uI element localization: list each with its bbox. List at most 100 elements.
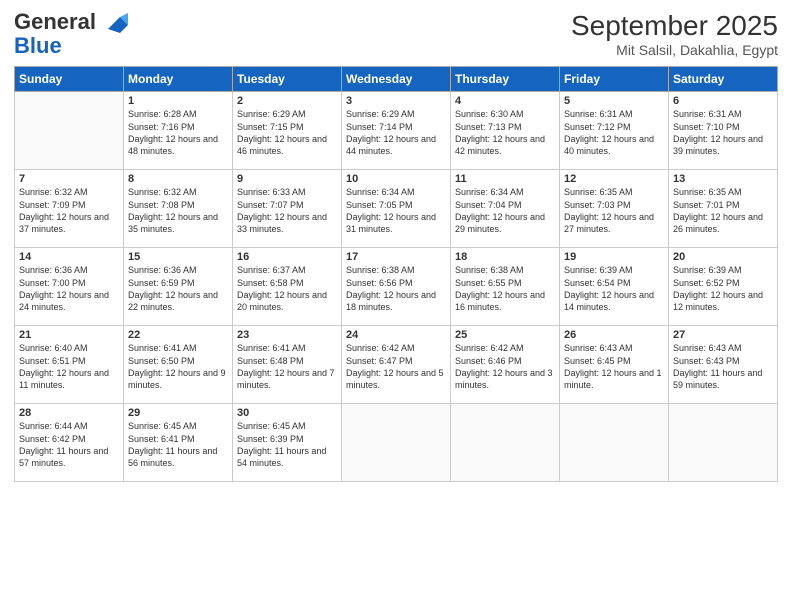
cell-info: Sunrise: 6:32 AMSunset: 7:08 PMDaylight:… (128, 186, 228, 235)
table-row: 4Sunrise: 6:30 AMSunset: 7:13 PMDaylight… (451, 92, 560, 170)
table-row: 24Sunrise: 6:42 AMSunset: 6:47 PMDayligh… (342, 326, 451, 404)
logo: General Blue (14, 10, 132, 58)
table-row: 30Sunrise: 6:45 AMSunset: 6:39 PMDayligh… (233, 404, 342, 482)
table-row: 13Sunrise: 6:35 AMSunset: 7:01 PMDayligh… (669, 170, 778, 248)
col-monday: Monday (124, 67, 233, 92)
day-number: 23 (237, 329, 337, 341)
table-row (342, 404, 451, 482)
day-number: 5 (564, 95, 664, 107)
table-row: 8Sunrise: 6:32 AMSunset: 7:08 PMDaylight… (124, 170, 233, 248)
day-number: 14 (19, 251, 119, 263)
cell-info: Sunrise: 6:38 AMSunset: 6:56 PMDaylight:… (346, 264, 446, 313)
cell-info: Sunrise: 6:34 AMSunset: 7:04 PMDaylight:… (455, 186, 555, 235)
table-row: 1Sunrise: 6:28 AMSunset: 7:16 PMDaylight… (124, 92, 233, 170)
table-row: 2Sunrise: 6:29 AMSunset: 7:15 PMDaylight… (233, 92, 342, 170)
table-row: 25Sunrise: 6:42 AMSunset: 6:46 PMDayligh… (451, 326, 560, 404)
table-row: 28Sunrise: 6:44 AMSunset: 6:42 PMDayligh… (15, 404, 124, 482)
calendar-week-row: 28Sunrise: 6:44 AMSunset: 6:42 PMDayligh… (15, 404, 778, 482)
col-friday: Friday (560, 67, 669, 92)
day-number: 28 (19, 407, 119, 419)
day-number: 9 (237, 173, 337, 185)
table-row: 11Sunrise: 6:34 AMSunset: 7:04 PMDayligh… (451, 170, 560, 248)
day-number: 20 (673, 251, 773, 263)
table-row: 7Sunrise: 6:32 AMSunset: 7:09 PMDaylight… (15, 170, 124, 248)
month-title: September 2025 (571, 10, 778, 42)
cell-info: Sunrise: 6:32 AMSunset: 7:09 PMDaylight:… (19, 186, 119, 235)
cell-info: Sunrise: 6:42 AMSunset: 6:47 PMDaylight:… (346, 342, 446, 391)
logo-general: General (14, 9, 96, 34)
col-tuesday: Tuesday (233, 67, 342, 92)
day-number: 6 (673, 95, 773, 107)
cell-info: Sunrise: 6:43 AMSunset: 6:43 PMDaylight:… (673, 342, 773, 391)
cell-info: Sunrise: 6:34 AMSunset: 7:05 PMDaylight:… (346, 186, 446, 235)
day-number: 21 (19, 329, 119, 341)
table-row: 20Sunrise: 6:39 AMSunset: 6:52 PMDayligh… (669, 248, 778, 326)
day-number: 27 (673, 329, 773, 341)
cell-info: Sunrise: 6:41 AMSunset: 6:50 PMDaylight:… (128, 342, 228, 391)
cell-info: Sunrise: 6:39 AMSunset: 6:54 PMDaylight:… (564, 264, 664, 313)
calendar-week-row: 1Sunrise: 6:28 AMSunset: 7:16 PMDaylight… (15, 92, 778, 170)
cell-info: Sunrise: 6:36 AMSunset: 7:00 PMDaylight:… (19, 264, 119, 313)
logo-blue: Blue (14, 33, 62, 58)
calendar-week-row: 14Sunrise: 6:36 AMSunset: 7:00 PMDayligh… (15, 248, 778, 326)
day-number: 24 (346, 329, 446, 341)
col-wednesday: Wednesday (342, 67, 451, 92)
day-number: 11 (455, 173, 555, 185)
logo-text: General Blue (14, 10, 96, 58)
day-number: 4 (455, 95, 555, 107)
cell-info: Sunrise: 6:45 AMSunset: 6:39 PMDaylight:… (237, 420, 337, 469)
table-row: 6Sunrise: 6:31 AMSunset: 7:10 PMDaylight… (669, 92, 778, 170)
table-row: 23Sunrise: 6:41 AMSunset: 6:48 PMDayligh… (233, 326, 342, 404)
day-number: 25 (455, 329, 555, 341)
day-number: 15 (128, 251, 228, 263)
day-number: 8 (128, 173, 228, 185)
col-saturday: Saturday (669, 67, 778, 92)
table-row: 22Sunrise: 6:41 AMSunset: 6:50 PMDayligh… (124, 326, 233, 404)
cell-info: Sunrise: 6:41 AMSunset: 6:48 PMDaylight:… (237, 342, 337, 391)
cell-info: Sunrise: 6:44 AMSunset: 6:42 PMDaylight:… (19, 420, 119, 469)
cell-info: Sunrise: 6:36 AMSunset: 6:59 PMDaylight:… (128, 264, 228, 313)
cell-info: Sunrise: 6:33 AMSunset: 7:07 PMDaylight:… (237, 186, 337, 235)
day-number: 19 (564, 251, 664, 263)
day-number: 22 (128, 329, 228, 341)
cell-info: Sunrise: 6:35 AMSunset: 7:03 PMDaylight:… (564, 186, 664, 235)
table-row: 14Sunrise: 6:36 AMSunset: 7:00 PMDayligh… (15, 248, 124, 326)
table-row: 18Sunrise: 6:38 AMSunset: 6:55 PMDayligh… (451, 248, 560, 326)
cell-info: Sunrise: 6:40 AMSunset: 6:51 PMDaylight:… (19, 342, 119, 391)
table-row: 16Sunrise: 6:37 AMSunset: 6:58 PMDayligh… (233, 248, 342, 326)
col-thursday: Thursday (451, 67, 560, 92)
table-row: 3Sunrise: 6:29 AMSunset: 7:14 PMDaylight… (342, 92, 451, 170)
day-number: 26 (564, 329, 664, 341)
table-row: 21Sunrise: 6:40 AMSunset: 6:51 PMDayligh… (15, 326, 124, 404)
day-number: 3 (346, 95, 446, 107)
table-row: 29Sunrise: 6:45 AMSunset: 6:41 PMDayligh… (124, 404, 233, 482)
header: General Blue September 2025 Mit Salsil, … (14, 10, 778, 58)
logo-icon (100, 9, 132, 41)
table-row (669, 404, 778, 482)
calendar-week-row: 21Sunrise: 6:40 AMSunset: 6:51 PMDayligh… (15, 326, 778, 404)
day-number: 30 (237, 407, 337, 419)
day-number: 10 (346, 173, 446, 185)
cell-info: Sunrise: 6:45 AMSunset: 6:41 PMDaylight:… (128, 420, 228, 469)
cell-info: Sunrise: 6:38 AMSunset: 6:55 PMDaylight:… (455, 264, 555, 313)
cell-info: Sunrise: 6:37 AMSunset: 6:58 PMDaylight:… (237, 264, 337, 313)
cell-info: Sunrise: 6:29 AMSunset: 7:15 PMDaylight:… (237, 108, 337, 157)
calendar-table: Sunday Monday Tuesday Wednesday Thursday… (14, 66, 778, 482)
table-row: 10Sunrise: 6:34 AMSunset: 7:05 PMDayligh… (342, 170, 451, 248)
table-row (15, 92, 124, 170)
table-row: 15Sunrise: 6:36 AMSunset: 6:59 PMDayligh… (124, 248, 233, 326)
cell-info: Sunrise: 6:35 AMSunset: 7:01 PMDaylight:… (673, 186, 773, 235)
table-row: 5Sunrise: 6:31 AMSunset: 7:12 PMDaylight… (560, 92, 669, 170)
cell-info: Sunrise: 6:30 AMSunset: 7:13 PMDaylight:… (455, 108, 555, 157)
cell-info: Sunrise: 6:43 AMSunset: 6:45 PMDaylight:… (564, 342, 664, 391)
day-number: 13 (673, 173, 773, 185)
title-block: September 2025 Mit Salsil, Dakahlia, Egy… (571, 10, 778, 58)
day-number: 2 (237, 95, 337, 107)
table-row (560, 404, 669, 482)
location: Mit Salsil, Dakahlia, Egypt (571, 42, 778, 58)
table-row (451, 404, 560, 482)
cell-info: Sunrise: 6:29 AMSunset: 7:14 PMDaylight:… (346, 108, 446, 157)
day-number: 17 (346, 251, 446, 263)
cell-info: Sunrise: 6:28 AMSunset: 7:16 PMDaylight:… (128, 108, 228, 157)
day-number: 29 (128, 407, 228, 419)
